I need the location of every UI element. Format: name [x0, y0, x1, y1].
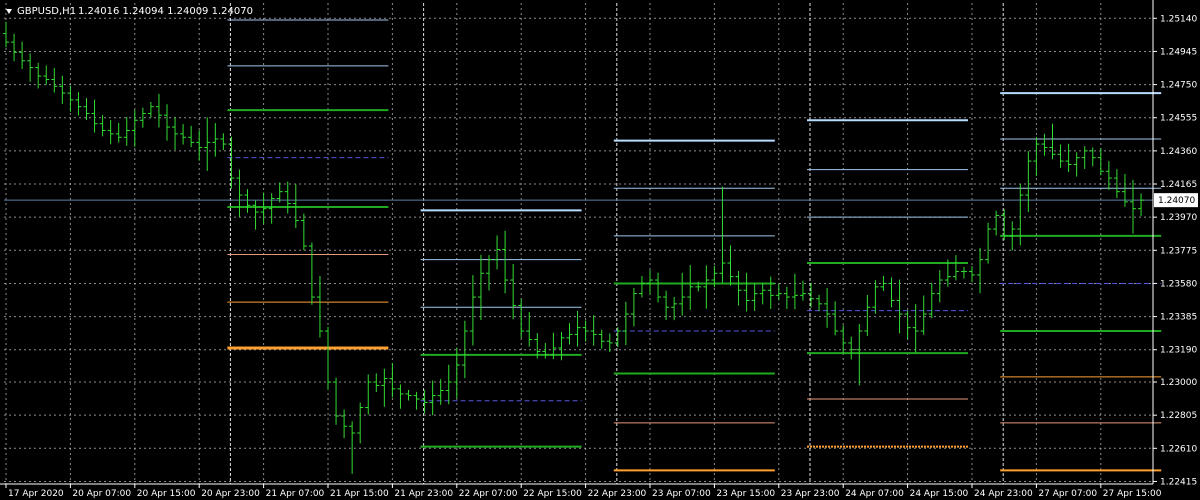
- price-tick-label: 1.24555: [1160, 114, 1197, 124]
- time-tick-label: 24 Apr 23:00: [974, 489, 1033, 499]
- current-price-label: 1.24070: [1158, 196, 1195, 206]
- time-tick-label: 27 Apr 15:00: [1103, 489, 1162, 499]
- price-tick-label: 1.22805: [1160, 411, 1197, 421]
- time-tick-label: 21 Apr 23:00: [394, 489, 453, 499]
- price-tick-label: 1.22610: [1160, 444, 1197, 454]
- symbol-label: GBPUSD,H1: [17, 6, 76, 17]
- price-tick-label: 1.23970: [1160, 213, 1197, 223]
- time-tick-label: 22 Apr 07:00: [459, 489, 518, 499]
- price-tick-label: 1.23385: [1160, 313, 1197, 323]
- time-tick-label: 24 Apr 15:00: [910, 489, 969, 499]
- price-tick-label: 1.24750: [1160, 81, 1197, 91]
- time-tick-label: 23 Apr 07:00: [652, 489, 711, 499]
- time-tick-label: 21 Apr 15:00: [330, 489, 389, 499]
- time-tick-label: 20 Apr 07:00: [72, 489, 131, 499]
- time-tick-label: 20 Apr 15:00: [137, 489, 196, 499]
- price-tick-label: 1.24165: [1160, 180, 1197, 190]
- time-tick-label: 27 Apr 07:00: [1038, 489, 1097, 499]
- time-tick-label: 22 Apr 15:00: [523, 489, 582, 499]
- time-tick-label: 23 Apr 23:00: [781, 489, 840, 499]
- price-tick-label: 1.24360: [1160, 147, 1197, 157]
- time-tick-label: 20 Apr 23:00: [201, 489, 260, 499]
- price-chart[interactable]: 1.25140 1.24945 1.24750 1.24555 1.24360 1.241…: [0, 0, 1200, 500]
- price-tick-label: 1.23775: [1160, 246, 1197, 256]
- price-tick-label: 1.22415: [1160, 477, 1197, 487]
- price-tick-label: 1.24945: [1160, 47, 1197, 57]
- price-tick-label: 1.25140: [1160, 14, 1197, 24]
- time-tick-label: 21 Apr 07:00: [266, 489, 325, 499]
- chart-header: GBPUSD,H1 1.24016 1.24094 1.24009 1.2407…: [6, 6, 253, 17]
- time-tick-label: 24 Apr 07:00: [845, 489, 904, 499]
- ohlc-readout: 1.24016 1.24094 1.24009 1.24070: [78, 6, 253, 17]
- time-tick-label: 23 Apr 15:00: [716, 489, 775, 499]
- price-tick-label: 1.23580: [1160, 279, 1197, 289]
- price-tick-label: 1.23000: [1160, 378, 1197, 388]
- price-tick-label: 1.23190: [1160, 346, 1197, 356]
- time-tick-label: 22 Apr 23:00: [588, 489, 647, 499]
- time-tick-label: 17 Apr 2020: [8, 489, 64, 499]
